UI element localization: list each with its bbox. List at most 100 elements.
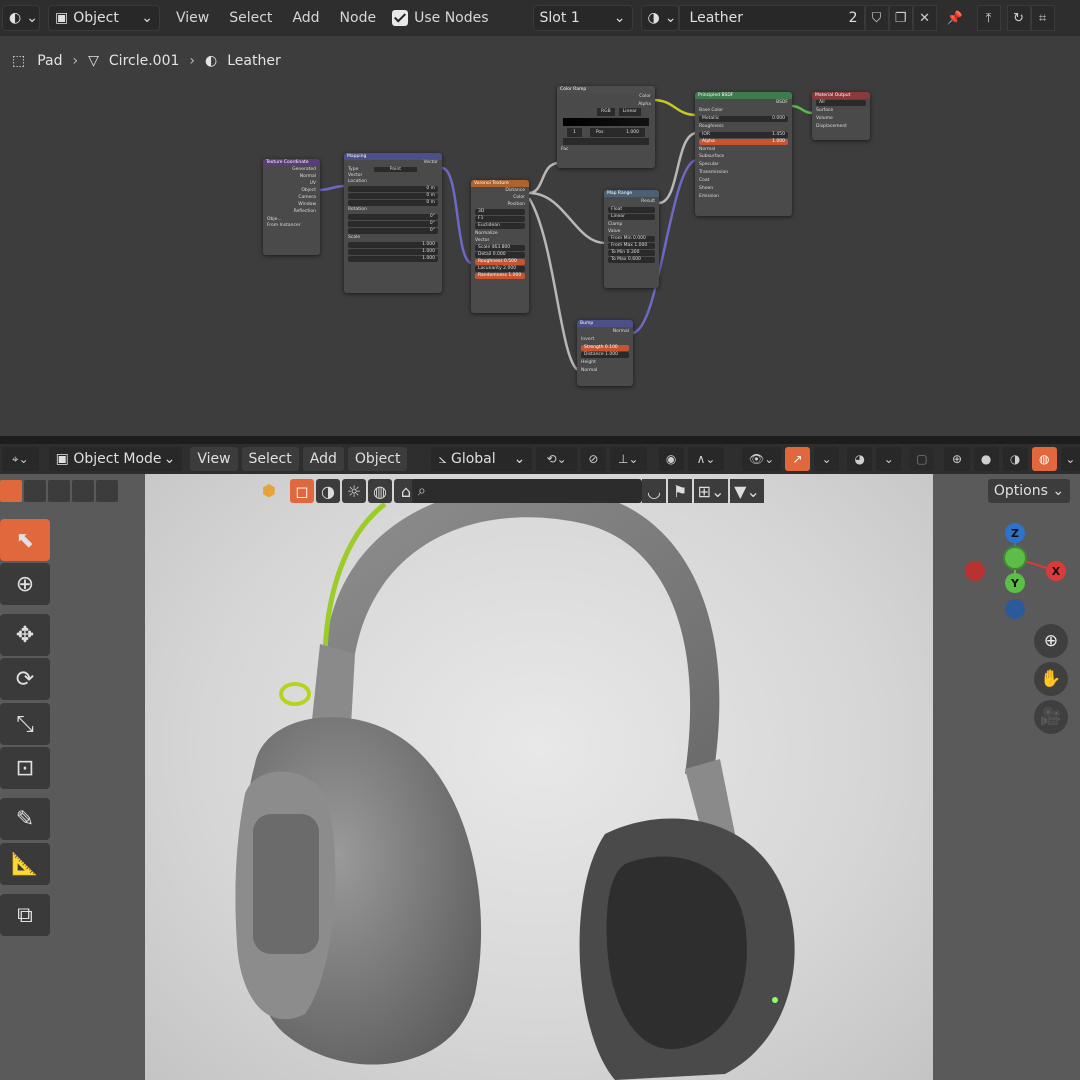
- gizmo-center-ball[interactable]: [1005, 548, 1025, 568]
- panel-specular[interactable]: Specular: [695, 161, 792, 169]
- gizmo-y-ball[interactable]: Y: [1005, 573, 1025, 593]
- tool-add-cube[interactable]: ⧉: [0, 894, 50, 936]
- socket-base-color[interactable]: Base Color: [695, 107, 792, 115]
- xray-icon[interactable]: ▢: [909, 447, 935, 471]
- snap-icon[interactable]: ⊘: [580, 447, 606, 471]
- interpolation-dropdown[interactable]: Linear: [608, 214, 655, 220]
- zoom-icon[interactable]: ⊕: [1034, 624, 1068, 658]
- gizmo-x-ball[interactable]: X: [1046, 561, 1066, 581]
- randomness-value[interactable]: 1.000: [508, 273, 521, 278]
- mode-dropdown[interactable]: ▣ Object Mode ⌄: [48, 447, 183, 471]
- data-type-dropdown[interactable]: Float: [608, 207, 655, 213]
- socket-reflection[interactable]: Reflection: [263, 208, 320, 216]
- sort-icon[interactable]: ◡: [642, 479, 666, 503]
- gizmo-toggle-icon[interactable]: ↗: [784, 447, 811, 471]
- rotation-y[interactable]: 0°: [348, 221, 438, 227]
- clamp-toggle[interactable]: Clamp: [604, 221, 659, 228]
- proportional-edit-icon[interactable]: ◉: [658, 447, 684, 471]
- socket-bsdf-out[interactable]: BSDF: [695, 99, 792, 107]
- hierarchy-icon[interactable]: ⊞⌄: [694, 479, 728, 503]
- socket-volume[interactable]: Volume: [812, 115, 870, 123]
- viewport-search-field[interactable]: ⌕: [412, 479, 642, 503]
- menu-add[interactable]: Add: [302, 447, 344, 471]
- socket-surface[interactable]: Surface: [812, 107, 870, 115]
- select-subtract-icon[interactable]: [48, 480, 70, 502]
- socket-color-out[interactable]: Color: [557, 93, 655, 101]
- target-dropdown[interactable]: All: [816, 100, 866, 106]
- location-y[interactable]: 0 m: [348, 193, 438, 199]
- socket-color[interactable]: Color: [471, 194, 529, 201]
- select-extend-icon[interactable]: [24, 480, 46, 502]
- node-color-ramp[interactable]: Color Ramp Color Alpha RGB Linear 1 Pos 1.0…: [557, 86, 655, 168]
- snap-target-icon[interactable]: ⊥⌄: [609, 447, 647, 471]
- panel-coat[interactable]: Coat: [695, 177, 792, 185]
- dimensions-dropdown[interactable]: 3D: [475, 209, 525, 215]
- location-x[interactable]: 0 m: [348, 186, 438, 192]
- strength-value[interactable]: 0.100: [605, 345, 618, 350]
- from-instancer-toggle[interactable]: From Instancer: [263, 222, 320, 230]
- stop-index[interactable]: 1: [567, 128, 582, 137]
- rendered-shading-icon[interactable]: ◍: [1031, 447, 1057, 471]
- select-intersect-icon[interactable]: [96, 480, 118, 502]
- to-min-value[interactable]: 0.300: [627, 250, 640, 255]
- socket-value-in[interactable]: Value: [604, 228, 659, 235]
- select-invert-icon[interactable]: [72, 480, 94, 502]
- socket-distance[interactable]: Distance: [471, 187, 529, 194]
- scale-value[interactable]: 463.800: [492, 245, 511, 250]
- node-texture-coordinate[interactable]: Texture Coordinate Generated Normal UV O…: [263, 159, 320, 255]
- from-min-value[interactable]: 0.000: [633, 236, 646, 241]
- tool-select-box[interactable]: ⬉: [0, 519, 50, 561]
- tool-rotate[interactable]: ⟳: [0, 658, 50, 700]
- area-split[interactable]: [0, 436, 1080, 444]
- tool-measure[interactable]: 📐: [0, 843, 50, 885]
- gizmo-neg-z-ball[interactable]: [1005, 599, 1025, 619]
- ior-value[interactable]: 1.450: [772, 132, 785, 138]
- pan-hand-icon[interactable]: ✋: [1034, 662, 1068, 696]
- color-mode-dropdown[interactable]: RGB: [597, 108, 615, 116]
- world-icon[interactable]: ◍: [368, 479, 392, 503]
- node-material-output[interactable]: Material Output All Surface Volume Displ…: [812, 92, 870, 140]
- options-dropdown[interactable]: Options ⌄: [988, 479, 1070, 503]
- detail-value[interactable]: 0.000: [493, 252, 506, 257]
- roughness-value[interactable]: 0.500: [504, 259, 517, 264]
- node-map-range[interactable]: Map Range Result Float Linear Clamp Valu…: [604, 190, 659, 288]
- scale-z[interactable]: 1.000: [348, 256, 438, 262]
- camera-icon[interactable]: 🎥: [1034, 700, 1068, 734]
- type-dropdown[interactable]: Point: [373, 167, 417, 172]
- socket-alpha-out[interactable]: Alpha: [557, 101, 655, 108]
- node-principled-bsdf[interactable]: Principled BSDF BSDF Base Color Metallic…: [695, 92, 792, 216]
- panel-transmission[interactable]: Transmission: [695, 169, 792, 177]
- invert-toggle[interactable]: Invert: [577, 336, 633, 344]
- filter-icon[interactable]: ▼⌄: [730, 479, 764, 503]
- scale-y[interactable]: 1.000: [348, 249, 438, 255]
- metric-dropdown[interactable]: Euclidean: [475, 223, 525, 229]
- socket-normal-in[interactable]: Normal: [695, 146, 792, 153]
- socket-displacement[interactable]: Displacement: [812, 123, 870, 131]
- rotation-x[interactable]: 0°: [348, 214, 438, 220]
- node-bump[interactable]: Bump Normal Invert Strength 0.100 Distan…: [577, 320, 633, 386]
- socket-normal-out[interactable]: Normal: [577, 327, 633, 336]
- tool-move[interactable]: ✥: [0, 614, 50, 656]
- tool-scale[interactable]: ⤡: [0, 703, 50, 745]
- interpolation-dropdown[interactable]: Linear: [618, 108, 641, 116]
- editor-type-3d-icon[interactable]: ⌖⌄: [2, 447, 39, 471]
- node-voronoi-texture[interactable]: Voronoi Texture Distance Color Position …: [471, 180, 529, 313]
- socket-height-in[interactable]: Height: [577, 359, 633, 367]
- solid-shading-icon[interactable]: ●: [973, 447, 999, 471]
- rendered-view[interactable]: [145, 474, 933, 1080]
- visibility-icon[interactable]: 👁⌄: [742, 447, 781, 471]
- socket-fac-in[interactable]: Fac: [557, 146, 655, 153]
- scale-x[interactable]: 1.000: [348, 242, 438, 248]
- alpha-value[interactable]: 1.000: [772, 139, 785, 145]
- select-new-icon[interactable]: [0, 480, 22, 502]
- pos-value[interactable]: 1.000: [626, 128, 639, 137]
- chevron-down-icon[interactable]: ⌄: [814, 447, 840, 471]
- tool-transform[interactable]: ⊡: [0, 747, 50, 789]
- to-max-value[interactable]: 0.600: [628, 257, 641, 262]
- menu-view[interactable]: View: [190, 447, 238, 471]
- socket-normal-in[interactable]: Normal: [577, 367, 633, 375]
- orientation-dropdown[interactable]: ⦣ Global ⌄: [431, 447, 533, 471]
- material-view-icon[interactable]: ◑: [316, 479, 340, 503]
- tool-annotate[interactable]: ✎: [0, 798, 50, 840]
- color-ramp-gradient[interactable]: [563, 118, 649, 126]
